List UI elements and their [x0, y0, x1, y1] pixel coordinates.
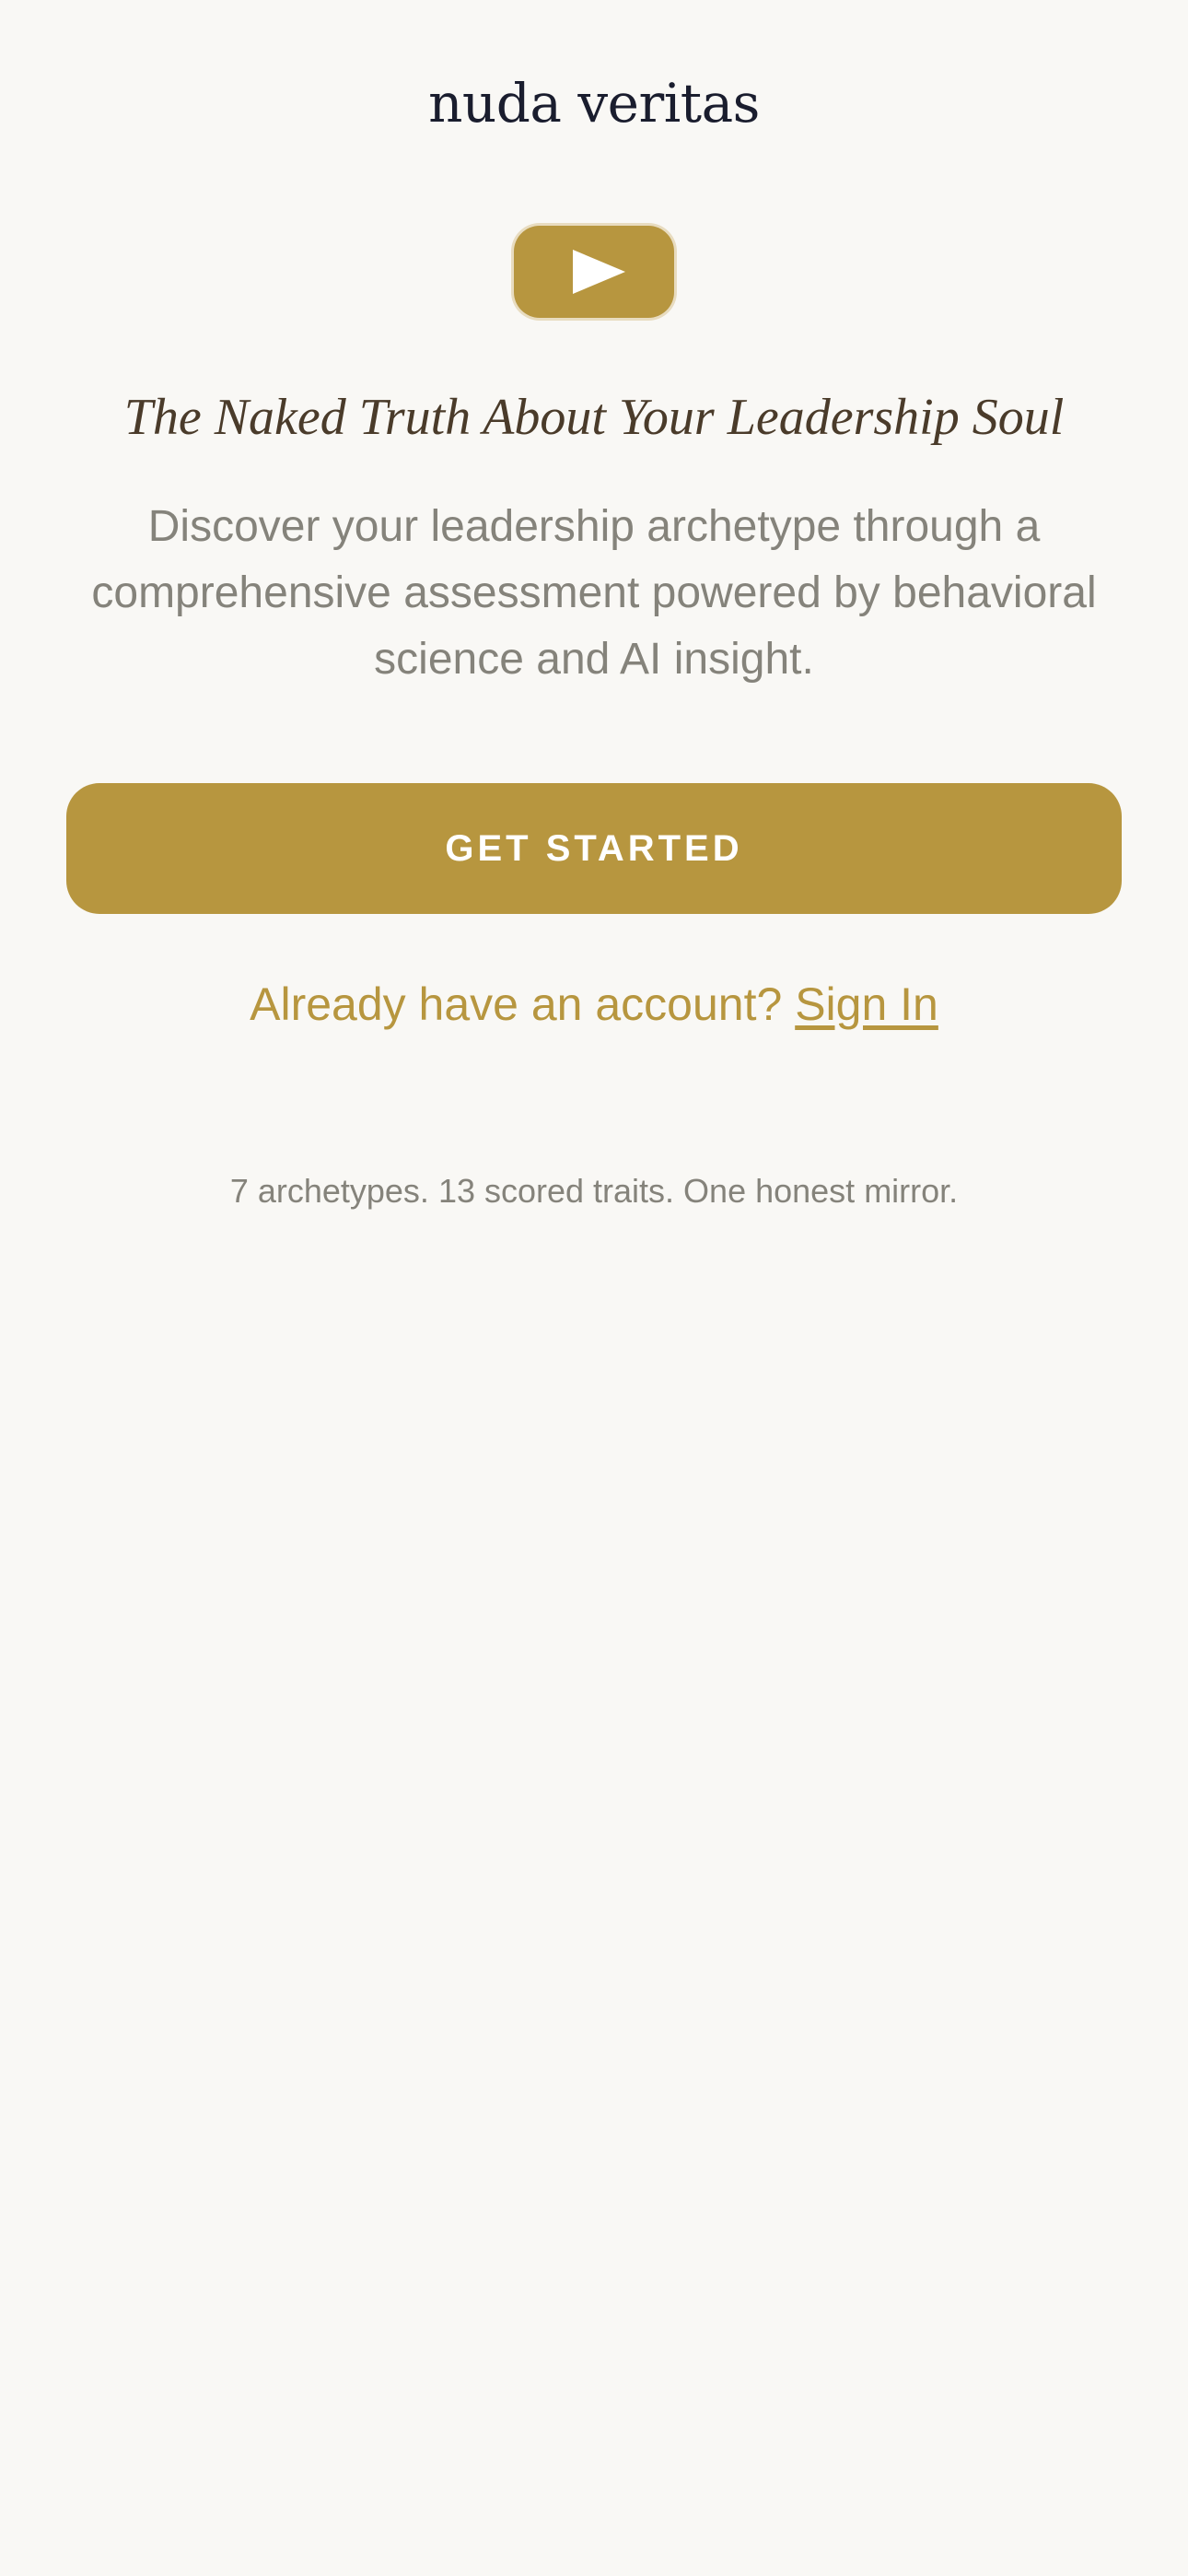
- play-icon[interactable]: [514, 226, 674, 318]
- brand-logo-text: nuda veritas: [428, 72, 760, 135]
- get-started-button[interactable]: GET STARTED: [66, 783, 1122, 914]
- sign-in-prompt: Already have an account? Sign In: [0, 969, 1188, 1039]
- feature-summary: 7 archetypes. 13 scored traits. One hone…: [229, 1172, 959, 1210]
- hero-tagline: The Naked Truth About Your Leadership So…: [123, 389, 1065, 446]
- sign-in-link[interactable]: Sign In: [795, 978, 938, 1030]
- hero-description: Discover your leadership archetype throu…: [91, 502, 1097, 684]
- account-prompt-text: Already have an account?: [250, 978, 783, 1030]
